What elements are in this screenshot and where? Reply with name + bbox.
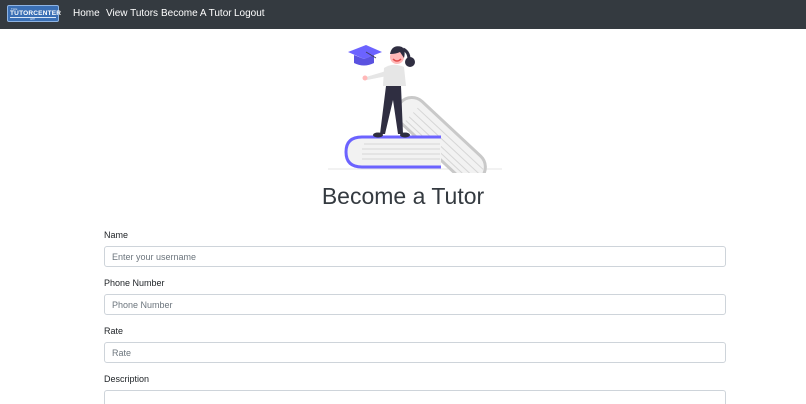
rate-input[interactable] [104, 342, 726, 363]
nav-link-become-a-tutor[interactable]: Become A Tutor [161, 8, 232, 20]
name-label: Name [104, 230, 129, 240]
brand-logo[interactable]: THE TUTORCENTER APP [7, 5, 62, 22]
brand-sub-text: APP [30, 18, 36, 21]
description-textarea[interactable] [104, 390, 726, 404]
nav-link-view-tutors[interactable]: View Tutors [106, 8, 158, 20]
page-title: Become a Tutor [321, 183, 485, 209]
phone-number-label: Phone Number [104, 278, 165, 288]
phone-number-input[interactable] [104, 294, 726, 315]
nav-link-home[interactable]: Home [73, 8, 100, 20]
brand-name: TUTORCENTER [10, 10, 62, 18]
name-input[interactable] [104, 246, 726, 267]
top-navbar: THE TUTORCENTER APP Home View Tutors Bec… [0, 0, 806, 29]
description-label: Description [104, 374, 150, 384]
nav-link-logout[interactable]: Logout [234, 8, 265, 20]
rate-label: Rate [104, 326, 124, 336]
hero-illustration [328, 45, 502, 173]
